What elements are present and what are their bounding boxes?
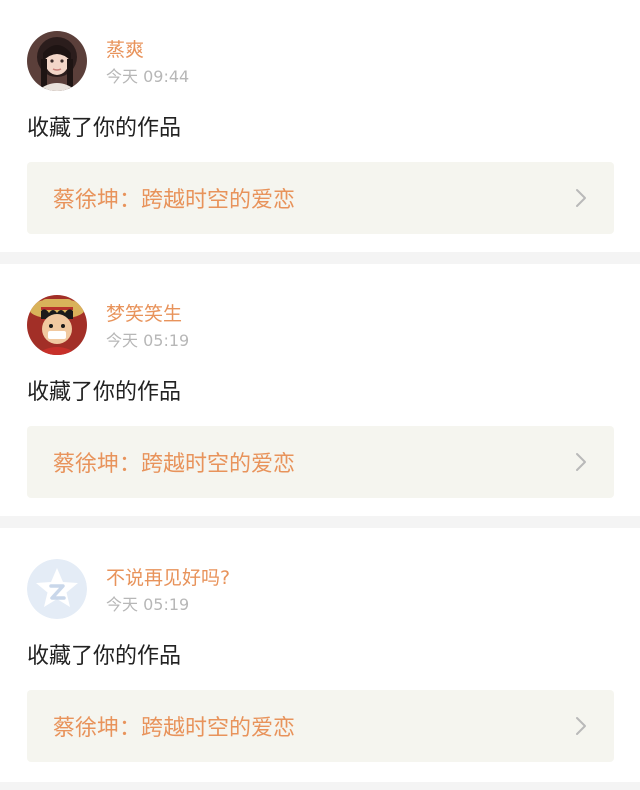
avatar[interactable] (27, 31, 87, 91)
user-name[interactable]: 梦笑笑生 (106, 303, 189, 325)
chevron-right-icon (576, 717, 586, 735)
notification-feed: 蒸爽 今天 09:44 收藏了你的作品 蔡徐坤：跨越时空的爱恋 梦笑笑生 今天 … (0, 0, 640, 782)
timestamp: 今天 05:19 (106, 331, 190, 350)
avatar[interactable] (27, 559, 87, 619)
chevron-right-icon (576, 453, 586, 471)
timestamp: 今天 09:44 (106, 67, 190, 86)
work-title: 蔡徐坤：跨越时空的爱恋 (53, 716, 296, 741)
notification-header: 不说再见好吗? 今天 05:19 (27, 559, 230, 619)
work-title: 蔡徐坤：跨越时空的爱恋 (53, 188, 296, 213)
girl-photo-avatar-icon (27, 31, 87, 91)
notification-card: 蒸爽 今天 09:44 收藏了你的作品 蔡徐坤：跨越时空的爱恋 (0, 0, 640, 252)
default-star-avatar-icon (27, 559, 87, 619)
notification-header: 蒸爽 今天 09:44 (27, 31, 189, 91)
user-meta: 不说再见好吗? 今天 05:19 (106, 559, 230, 615)
user-name[interactable]: 蒸爽 (106, 39, 189, 61)
work-link[interactable]: 蔡徐坤：跨越时空的爱恋 (27, 426, 614, 498)
anime-luffy-avatar-icon (27, 295, 87, 355)
user-meta: 梦笑笑生 今天 05:19 (106, 295, 189, 351)
chevron-right-icon (576, 189, 586, 207)
notification-header: 梦笑笑生 今天 05:19 (27, 295, 189, 355)
user-meta: 蒸爽 今天 09:44 (106, 31, 189, 87)
avatar[interactable] (27, 295, 87, 355)
notification-card: 梦笑笑生 今天 05:19 收藏了你的作品 蔡徐坤：跨越时空的爱恋 (0, 264, 640, 516)
work-link[interactable]: 蔡徐坤：跨越时空的爱恋 (27, 162, 614, 234)
action-text: 收藏了你的作品 (27, 380, 182, 405)
action-text: 收藏了你的作品 (27, 644, 182, 669)
work-link[interactable]: 蔡徐坤：跨越时空的爱恋 (27, 690, 614, 762)
action-text: 收藏了你的作品 (27, 116, 182, 141)
timestamp: 今天 05:19 (106, 595, 190, 614)
user-name[interactable]: 不说再见好吗? (106, 567, 230, 589)
notification-card: 不说再见好吗? 今天 05:19 收藏了你的作品 蔡徐坤：跨越时空的爱恋 (0, 528, 640, 782)
work-title: 蔡徐坤：跨越时空的爱恋 (53, 452, 296, 477)
